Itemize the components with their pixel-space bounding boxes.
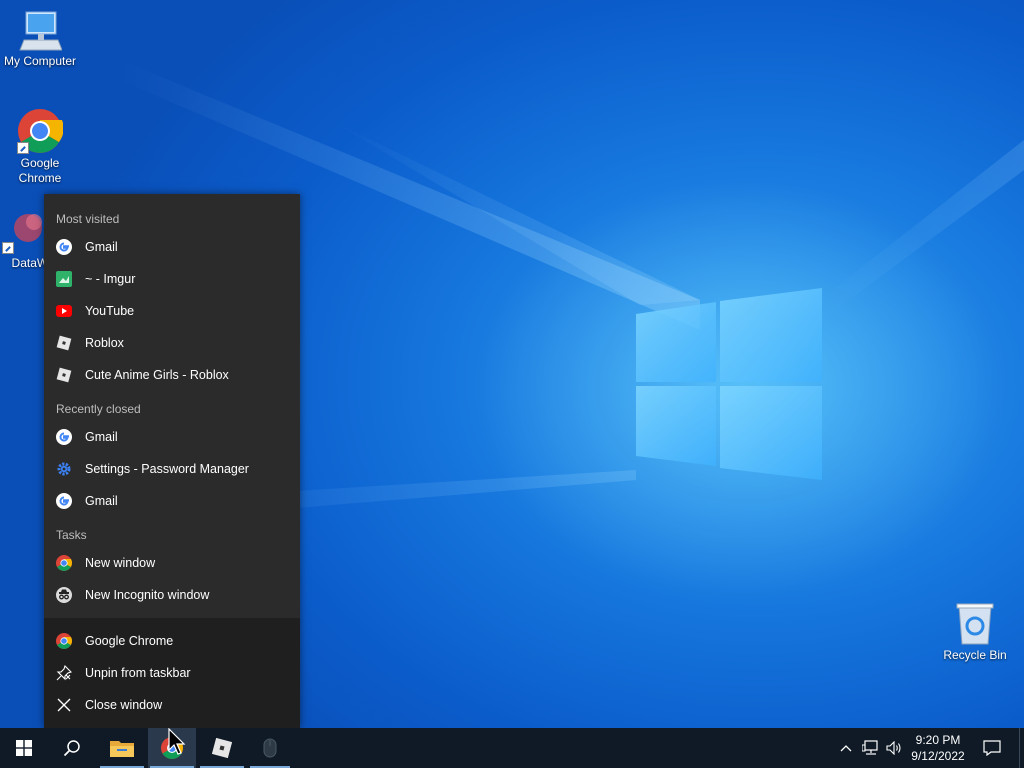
imgur-icon bbox=[56, 271, 72, 287]
unpin-icon bbox=[56, 665, 72, 681]
jump-list-history: Most visited Gmail ~ - Imgur YouTube Rob… bbox=[44, 194, 300, 618]
start-button[interactable] bbox=[0, 728, 48, 768]
jump-item-roblox[interactable]: Roblox bbox=[44, 328, 300, 358]
clock[interactable]: 9:20 PM 9/12/2022 bbox=[905, 732, 971, 764]
clock-date: 9/12/2022 bbox=[911, 749, 965, 763]
mouse-cursor-icon bbox=[168, 728, 186, 755]
shortcut-arrow-icon bbox=[17, 142, 29, 154]
action-center-button[interactable] bbox=[976, 728, 1008, 768]
desktop-icon-recycle-bin[interactable]: Recycle Bin bbox=[935, 602, 1015, 663]
chrome-icon bbox=[56, 633, 72, 649]
jump-item-gmail-closed-2[interactable]: Gmail bbox=[44, 486, 300, 516]
volume-icon bbox=[886, 741, 901, 755]
recycle-bin-icon bbox=[956, 603, 994, 645]
action-label: Close window bbox=[85, 698, 163, 712]
google-icon bbox=[56, 239, 72, 255]
jump-item-new-incognito-window[interactable]: New Incognito window bbox=[44, 580, 300, 610]
jump-item-label: Gmail bbox=[85, 240, 118, 254]
youtube-icon bbox=[56, 303, 72, 319]
section-header-tasks: Tasks bbox=[56, 528, 87, 542]
computer-icon bbox=[19, 11, 63, 51]
taskbar-app-mouse[interactable] bbox=[248, 728, 292, 768]
jump-item-label: YouTube bbox=[85, 304, 135, 318]
desktop-icon-google-chrome[interactable]: Google Chrome bbox=[0, 108, 80, 186]
search-icon bbox=[63, 740, 80, 757]
chrome-icon bbox=[56, 555, 72, 571]
close-icon bbox=[56, 697, 72, 713]
action-label: Google Chrome bbox=[85, 634, 174, 648]
desktop-icon-my-computer[interactable]: My Computer bbox=[0, 10, 80, 69]
network-icon bbox=[862, 740, 878, 755]
roblox-icon bbox=[56, 335, 72, 351]
file-explorer-icon bbox=[110, 741, 134, 757]
google-icon bbox=[56, 493, 72, 509]
show-desktop-button[interactable] bbox=[1019, 728, 1024, 768]
section-header-most-visited: Most visited bbox=[56, 212, 120, 226]
action-label: Unpin from taskbar bbox=[85, 666, 191, 680]
jump-item-label: Settings - Password Manager bbox=[85, 462, 249, 476]
chrome-jump-list: Most visited Gmail ~ - Imgur YouTube Rob… bbox=[44, 194, 300, 728]
roblox-icon bbox=[211, 737, 233, 759]
jump-item-label: ~ - Imgur bbox=[85, 272, 136, 286]
desktop-icon-label: Google Chrome bbox=[18, 156, 62, 185]
taskbar: 9:20 PM 9/12/2022 bbox=[0, 728, 1024, 768]
incognito-icon bbox=[56, 587, 72, 603]
volume-tray-button[interactable] bbox=[884, 728, 904, 768]
jump-item-label: Roblox bbox=[85, 336, 124, 350]
jump-list-app-actions: Google Chrome Unpin from taskbar Close w… bbox=[44, 618, 300, 728]
desktop-icon-label: Recycle Bin bbox=[943, 648, 1007, 662]
jump-item-cute-anime-girls-roblox[interactable]: Cute Anime Girls - Roblox bbox=[44, 360, 300, 390]
clock-time: 9:20 PM bbox=[915, 733, 961, 747]
shortcut-arrow-icon bbox=[2, 242, 14, 254]
taskbar-app-file-explorer[interactable] bbox=[98, 728, 146, 768]
section-header-recently-closed: Recently closed bbox=[56, 402, 141, 416]
jump-item-label: Gmail bbox=[85, 430, 118, 444]
action-open-google-chrome[interactable]: Google Chrome bbox=[44, 626, 300, 656]
chevron-up-icon bbox=[840, 745, 852, 752]
network-tray-button[interactable] bbox=[860, 728, 882, 768]
desktop-icon-label: My Computer bbox=[3, 54, 77, 68]
jump-item-settings-password-manager[interactable]: Settings - Password Manager bbox=[44, 454, 300, 484]
notification-icon bbox=[983, 740, 1001, 756]
jump-item-label: New window bbox=[85, 556, 156, 570]
jump-item-label: New Incognito window bbox=[85, 588, 210, 602]
gear-icon bbox=[56, 461, 72, 477]
taskbar-app-roblox[interactable] bbox=[198, 728, 246, 768]
action-close-window[interactable]: Close window bbox=[44, 690, 300, 720]
jump-item-gmail[interactable]: Gmail bbox=[44, 232, 300, 262]
jump-item-imgur[interactable]: ~ - Imgur bbox=[44, 264, 300, 294]
search-button[interactable] bbox=[48, 728, 96, 768]
jump-item-gmail-closed[interactable]: Gmail bbox=[44, 422, 300, 452]
mouse-app-icon bbox=[263, 738, 277, 758]
roblox-icon bbox=[56, 367, 72, 383]
google-icon bbox=[56, 429, 72, 445]
jump-item-label: Cute Anime Girls - Roblox bbox=[85, 368, 229, 382]
show-hidden-icons-button[interactable] bbox=[836, 728, 856, 768]
start-icon bbox=[16, 740, 32, 756]
jump-item-new-window[interactable]: New window bbox=[44, 548, 300, 578]
jump-item-youtube[interactable]: YouTube bbox=[44, 296, 300, 326]
jump-item-label: Gmail bbox=[85, 494, 118, 508]
windows-logo-wallpaper bbox=[636, 288, 822, 480]
action-unpin-from-taskbar[interactable]: Unpin from taskbar bbox=[44, 658, 300, 688]
